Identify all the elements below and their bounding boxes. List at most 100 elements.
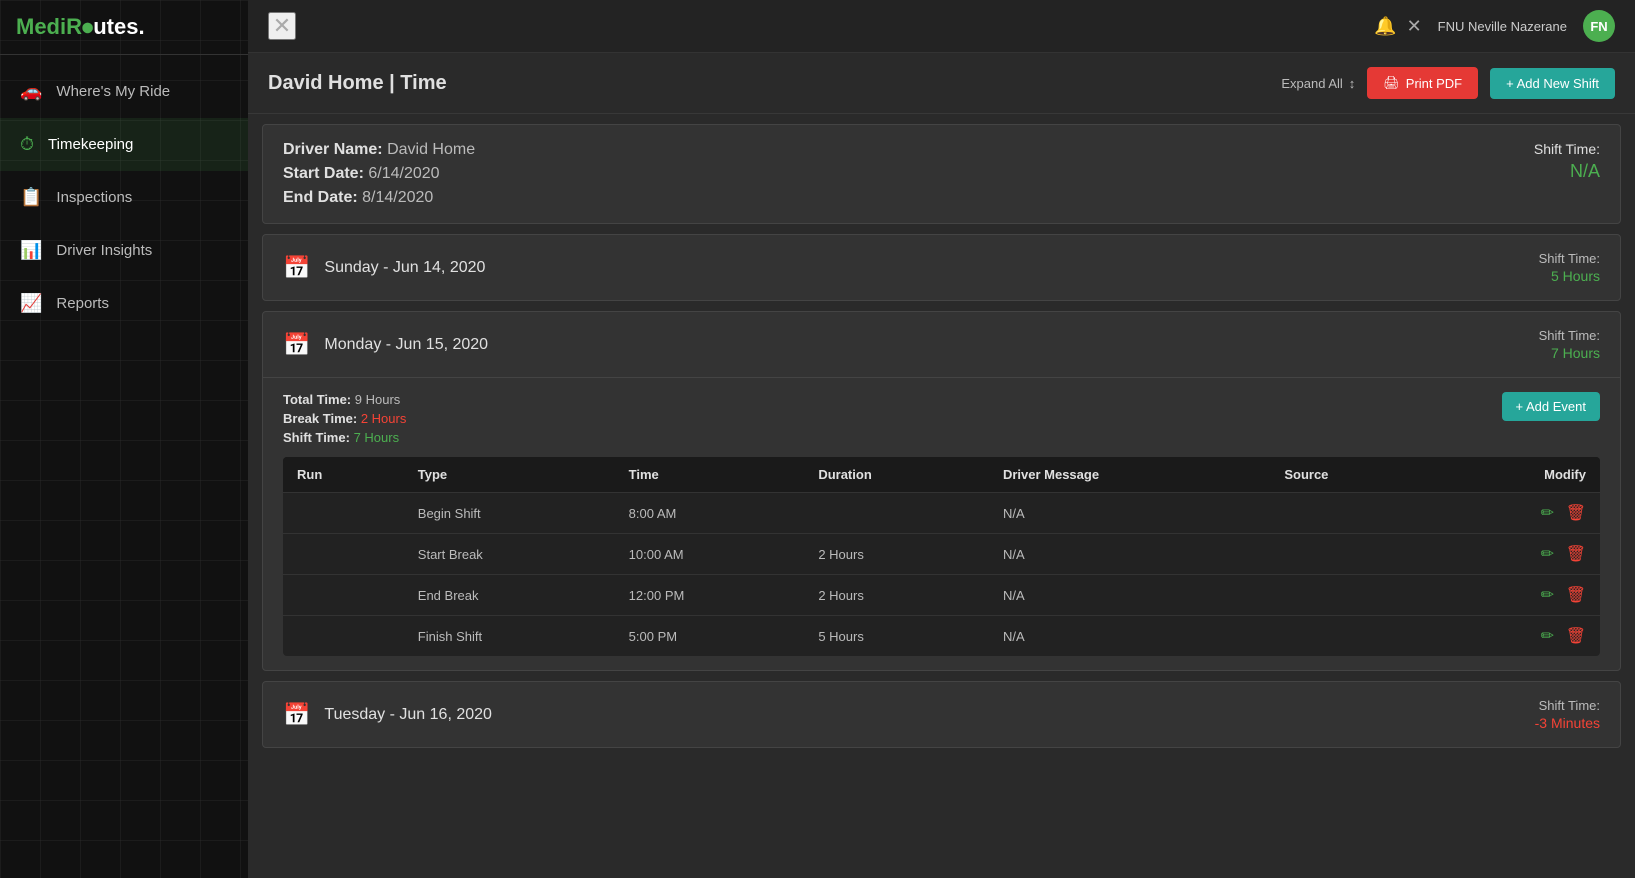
driver-info-right: Shift Time: N/A — [1534, 141, 1600, 182]
cell-run-0 — [283, 493, 404, 534]
edit-icon-2[interactable]: ✏ — [1541, 587, 1554, 604]
print-pdf-label: Print PDF — [1406, 76, 1462, 91]
day-shift-label-monday: Shift Time: — [1539, 328, 1600, 343]
col-modify: Modify — [1434, 457, 1600, 493]
cell-type-1: Start Break — [404, 534, 615, 575]
car-icon: 🚗 — [20, 81, 42, 102]
close-circle-icon[interactable]: ✕ — [1407, 16, 1422, 37]
cell-driver-message-3: N/A — [989, 616, 1270, 657]
col-run: Run — [283, 457, 404, 493]
day-card-sunday: 📅 Sunday - Jun 14, 2020 Shift Time: 5 Ho… — [262, 234, 1621, 301]
sidebar: MediR⬤utes. 🚗 Where's My Ride ⏱ Timekeep… — [0, 0, 248, 878]
print-pdf-button[interactable]: 🖨 Print PDF — [1367, 67, 1478, 99]
sidebar-label-driver-insights: Driver Insights — [56, 242, 152, 259]
col-type: Type — [404, 457, 615, 493]
add-new-shift-button[interactable]: + Add New Shift — [1490, 68, 1615, 99]
cell-duration-1: 2 Hours — [804, 534, 989, 575]
clock-icon: ⏱ — [20, 134, 34, 155]
cell-type-2: End Break — [404, 575, 615, 616]
calendar-icon-monday: 📅 — [283, 332, 310, 358]
cell-modify-0: ✏ 🗑 — [1434, 493, 1600, 534]
end-date-row: End Date: 8/14/2020 — [283, 189, 475, 207]
page-header: David Home | Time Expand All ↕ 🖨 Print P… — [248, 53, 1635, 114]
page-header-actions: Expand All ↕ 🖨 Print PDF + Add New Shift — [1281, 67, 1615, 99]
page-title: David Home | Time — [268, 72, 447, 95]
reports-icon: 📈 — [20, 293, 42, 314]
expand-all-button[interactable]: Expand All ↕ — [1281, 76, 1355, 91]
expand-all-label: Expand All — [1281, 76, 1342, 91]
sidebar-item-wheres-my-ride[interactable]: 🚗 Where's My Ride — [0, 65, 248, 118]
start-date-label: Start Date: — [283, 165, 364, 182]
cell-time-1: 10:00 AM — [615, 534, 805, 575]
end-date-value: 8/14/2020 — [362, 189, 433, 206]
day-shift-label-tuesday: Shift Time: — [1535, 698, 1600, 713]
table-row: Start Break 10:00 AM 2 Hours N/A ✏ 🗑 — [283, 534, 1600, 575]
cell-driver-message-1: N/A — [989, 534, 1270, 575]
shift-time-value: N/A — [1534, 161, 1600, 182]
cell-time-2: 12:00 PM — [615, 575, 805, 616]
day-shift-sunday: Shift Time: 5 Hours — [1539, 251, 1600, 284]
notification-icon[interactable]: 🔔 — [1374, 16, 1396, 37]
day-content-monday: + Add Event Total Time: 9 Hours Break Ti… — [263, 377, 1620, 670]
sidebar-item-inspections[interactable]: 📋 Inspections — [0, 171, 248, 224]
day-header-monday[interactable]: 📅 Monday - Jun 15, 2020 Shift Time: 7 Ho… — [263, 312, 1620, 377]
start-date-row: Start Date: 6/14/2020 — [283, 165, 475, 183]
day-shift-tuesday: Shift Time: -3 Minutes — [1535, 698, 1600, 731]
sidebar-item-timekeeping[interactable]: ⏱ Timekeeping — [0, 118, 248, 171]
day-header-sunday[interactable]: 📅 Sunday - Jun 14, 2020 Shift Time: 5 Ho… — [263, 235, 1620, 300]
delete-icon-3[interactable]: 🗑 — [1566, 628, 1586, 645]
driver-name-row: Driver Name: David Home — [283, 141, 475, 159]
cell-type-3: Finish Shift — [404, 616, 615, 657]
calendar-icon-tuesday: 📅 — [283, 702, 310, 728]
sidebar-item-driver-insights[interactable]: 📊 Driver Insights — [0, 224, 248, 277]
cell-source-0 — [1270, 493, 1433, 534]
day-header-tuesday[interactable]: 📅 Tuesday - Jun 16, 2020 Shift Time: -3 … — [263, 682, 1620, 747]
time-summary: Total Time: 9 Hours Break Time: 2 Hours … — [283, 392, 1600, 445]
day-title-sunday: Sunday - Jun 14, 2020 — [324, 259, 485, 277]
delete-icon-2[interactable]: 🗑 — [1566, 587, 1586, 604]
cell-driver-message-2: N/A — [989, 575, 1270, 616]
driver-name-value: David Home — [387, 141, 475, 158]
main-content: ✕ 🔔 ✕ FNU Neville Nazerane FN David Home… — [248, 0, 1635, 878]
user-name: FNU Neville Nazerane — [1438, 19, 1567, 34]
driver-name-label: Driver Name: — [283, 141, 383, 158]
add-event-button[interactable]: + Add Event — [1502, 392, 1600, 421]
cell-source-1 — [1270, 534, 1433, 575]
day-title-monday: Monday - Jun 15, 2020 — [324, 336, 488, 354]
sidebar-label-inspections: Inspections — [56, 189, 132, 206]
close-button[interactable]: ✕ — [268, 12, 296, 40]
break-time-row: Break Time: 2 Hours — [283, 411, 1600, 426]
edit-icon-1[interactable]: ✏ — [1541, 546, 1554, 563]
cell-duration-2: 2 Hours — [804, 575, 989, 616]
cell-duration-0 — [804, 493, 989, 534]
cell-modify-3: ✏ 🗑 — [1434, 616, 1600, 657]
day-card-tuesday: 📅 Tuesday - Jun 16, 2020 Shift Time: -3 … — [262, 681, 1621, 748]
topbar-icons: 🔔 ✕ — [1374, 16, 1422, 37]
cell-time-3: 5:00 PM — [615, 616, 805, 657]
edit-icon-3[interactable]: ✏ — [1541, 628, 1554, 645]
delete-icon-0[interactable]: 🗑 — [1566, 505, 1586, 522]
table-row: Begin Shift 8:00 AM N/A ✏ 🗑 — [283, 493, 1600, 534]
end-date-label: End Date: — [283, 189, 358, 206]
add-new-shift-label: + Add New Shift — [1506, 76, 1599, 91]
shift-time-summary-row: Shift Time: 7 Hours — [283, 430, 1600, 445]
cell-run-3 — [283, 616, 404, 657]
cell-duration-3: 5 Hours — [804, 616, 989, 657]
start-date-value: 6/14/2020 — [368, 165, 439, 182]
cell-run-1 — [283, 534, 404, 575]
cell-driver-message-0: N/A — [989, 493, 1270, 534]
sidebar-label-timekeeping: Timekeeping — [48, 136, 133, 153]
table-row: End Break 12:00 PM 2 Hours N/A ✏ 🗑 — [283, 575, 1600, 616]
table-row: Finish Shift 5:00 PM 5 Hours N/A ✏ 🗑 — [283, 616, 1600, 657]
day-shift-val-sunday: 5 Hours — [1539, 268, 1600, 284]
total-time-row: Total Time: 9 Hours — [283, 392, 1600, 407]
edit-icon-0[interactable]: ✏ — [1541, 505, 1554, 522]
delete-icon-1[interactable]: 🗑 — [1566, 546, 1586, 563]
cell-modify-1: ✏ 🗑 — [1434, 534, 1600, 575]
sidebar-item-reports[interactable]: 📈 Reports — [0, 277, 248, 330]
topbar-right: 🔔 ✕ FNU Neville Nazerane FN — [1374, 10, 1615, 42]
topbar: ✕ 🔔 ✕ FNU Neville Nazerane FN — [248, 0, 1635, 53]
day-shift-val-tuesday: -3 Minutes — [1535, 715, 1600, 731]
sort-icon: ↕ — [1349, 76, 1356, 91]
day-card-monday: 📅 Monday - Jun 15, 2020 Shift Time: 7 Ho… — [262, 311, 1621, 671]
